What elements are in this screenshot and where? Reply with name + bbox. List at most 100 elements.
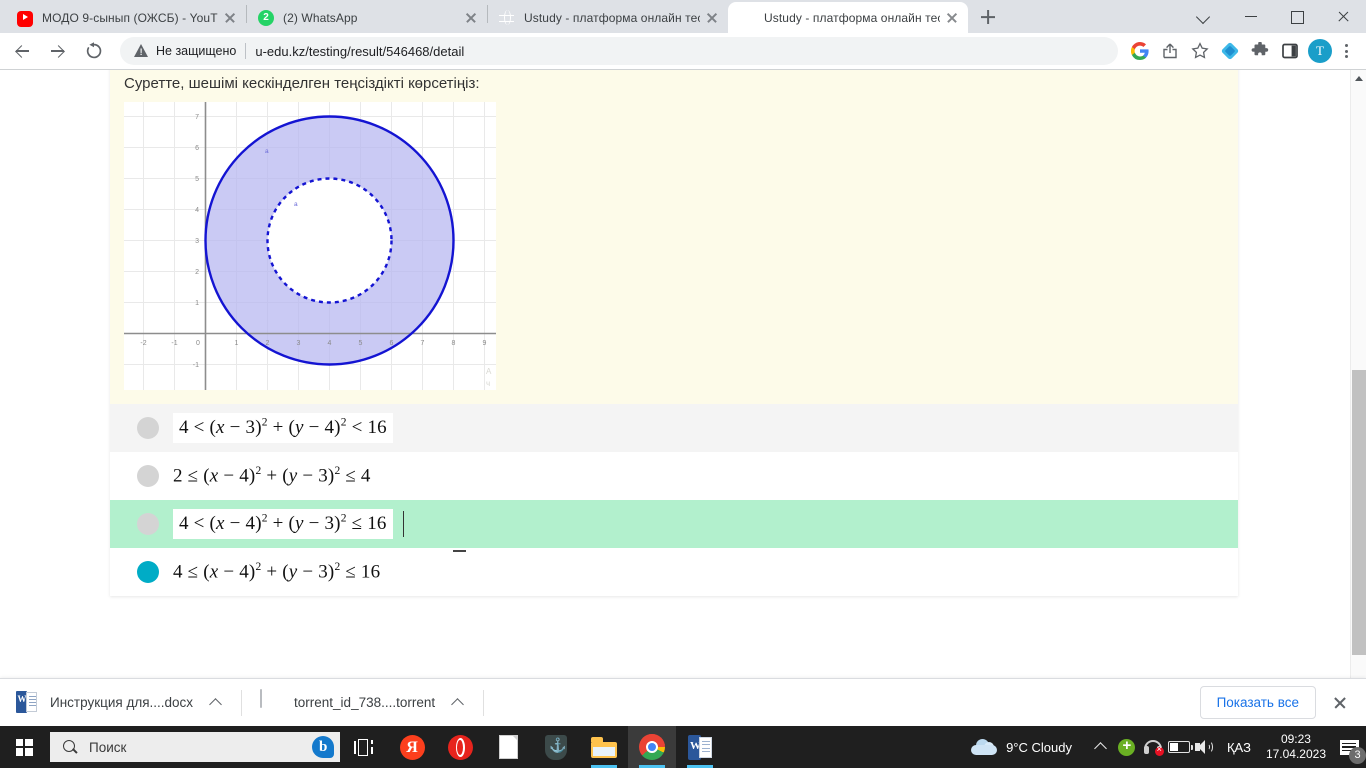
svg-text:4: 4 xyxy=(328,340,332,347)
svg-text:2: 2 xyxy=(266,340,270,347)
windows-taskbar: Поиск Я W 9°C Cloudy ҚАЗ xyxy=(0,726,1366,768)
scrollbar-thumb[interactable] xyxy=(1352,370,1366,655)
page-viewport: Суретте, шешімі кескінделген теңсіздікті… xyxy=(0,69,1366,726)
download-item-docx[interactable]: W Инструкция для....docx xyxy=(12,686,227,720)
file-icon xyxy=(260,688,282,716)
yandex-browser-icon[interactable]: Я xyxy=(388,726,436,768)
sidepanel-icon[interactable] xyxy=(1276,37,1304,65)
battery-icon[interactable] xyxy=(1166,726,1193,768)
svg-text:3: 3 xyxy=(195,238,199,245)
scroll-up-arrow-icon[interactable] xyxy=(1351,70,1366,87)
answer-option-3-correct[interactable]: 4 < (x − 4)2 + (y − 3)2 ≤ 16 xyxy=(110,500,1238,548)
youtube-icon xyxy=(17,10,33,27)
browser-tab-youtube[interactable]: МОДО 9-сынып (ОЖСБ) - YouTu xyxy=(6,2,246,33)
chrome-menu-button[interactable] xyxy=(1334,37,1358,65)
language-indicator[interactable]: ҚАЗ xyxy=(1218,740,1260,755)
browser-tab-whatsapp[interactable]: 2 (2) WhatsApp xyxy=(247,2,487,33)
chevron-up-icon[interactable] xyxy=(451,696,465,710)
chevron-down-icon[interactable] xyxy=(1182,0,1228,32)
downloads-separator xyxy=(241,689,243,716)
chrome-icon[interactable] xyxy=(628,726,676,768)
radio-button[interactable] xyxy=(137,465,159,487)
forward-button[interactable] xyxy=(43,36,73,66)
browser-tab-ustudy-1[interactable]: Ustudy - платформа онлайн тес xyxy=(488,2,728,33)
document-icon[interactable] xyxy=(484,726,532,768)
radio-button-selected[interactable] xyxy=(137,561,159,583)
file-explorer-icon[interactable] xyxy=(580,726,628,768)
globe-icon xyxy=(739,10,755,26)
windows-logo-icon xyxy=(15,738,33,756)
bing-icon[interactable] xyxy=(312,736,334,758)
diamond-extension-icon[interactable] xyxy=(1216,37,1244,65)
close-icon[interactable] xyxy=(222,10,238,26)
svg-text:0: 0 xyxy=(196,340,200,347)
question-block: Суретте, шешімі кескінделген теңсіздікті… xyxy=(110,70,1238,404)
system-tray: 9°C Cloudy ҚАЗ 09:23 17.04.2023 3 xyxy=(971,726,1366,768)
svg-text:A: A xyxy=(486,367,492,376)
security-status-label: Не защищено xyxy=(156,44,237,58)
word-icon[interactable]: W xyxy=(676,726,724,768)
profile-avatar[interactable]: T xyxy=(1306,37,1334,65)
address-bar[interactable]: Не защищено u-edu.kz/testing/result/5464… xyxy=(120,37,1118,65)
maximize-button[interactable] xyxy=(1274,0,1320,32)
clock-time: 09:23 xyxy=(1280,732,1311,746)
chevron-up-icon[interactable] xyxy=(209,696,223,710)
show-all-downloads-button[interactable]: Показать все xyxy=(1199,686,1316,719)
text-cursor xyxy=(402,511,405,537)
geogebra-graph: -2 -1 0 1 2 3 4 5 6 7 8 9 7 6 5 4 3 2 1 … xyxy=(124,102,496,390)
weather-widget[interactable]: 9°C Cloudy xyxy=(971,739,1072,755)
headset-muted-icon[interactable] xyxy=(1140,726,1166,768)
window-close-button[interactable] xyxy=(1320,0,1366,32)
clock-date: 17.04.2023 xyxy=(1265,747,1326,761)
world-of-warships-icon[interactable] xyxy=(532,726,580,768)
taskbar-search-box[interactable]: Поиск xyxy=(50,732,340,762)
svg-text:ч: ч xyxy=(486,379,490,388)
svg-text:a: a xyxy=(294,201,298,208)
google-icon[interactable] xyxy=(1126,37,1154,65)
svg-text:1: 1 xyxy=(235,340,239,347)
answer-option-4-selected[interactable]: 4 ≤ (x − 4)2 + (y − 3)2 ≤ 16 xyxy=(110,548,1238,596)
option-formula: 4 < (x − 3)2 + (y − 4)2 < 16 xyxy=(179,416,387,438)
task-view-icon[interactable] xyxy=(340,726,388,768)
start-button[interactable] xyxy=(0,726,48,768)
browser-tab-ustudy-2-active[interactable]: Ustudy - платформа онлайн тес xyxy=(728,2,968,33)
radio-button[interactable] xyxy=(137,513,159,535)
puzzle-extension-icon[interactable] xyxy=(1246,37,1274,65)
page-scrollbar[interactable] xyxy=(1350,70,1366,726)
svg-text:7: 7 xyxy=(195,114,199,121)
svg-text:5: 5 xyxy=(359,340,363,347)
close-downloads-bar-icon[interactable] xyxy=(1326,689,1354,717)
minimize-button[interactable] xyxy=(1228,0,1274,32)
volume-icon[interactable] xyxy=(1192,726,1218,768)
show-hidden-icons-chevron-icon[interactable] xyxy=(1088,726,1114,768)
answer-option-1[interactable]: 4 < (x − 3)2 + (y − 4)2 < 16 xyxy=(110,404,1238,452)
svg-text:4: 4 xyxy=(195,207,199,214)
security-shield-icon[interactable] xyxy=(1114,726,1140,768)
option-formula-box: 4 < (x − 3)2 + (y − 4)2 < 16 xyxy=(173,413,393,443)
radio-button[interactable] xyxy=(137,417,159,439)
close-icon[interactable] xyxy=(704,10,720,26)
chrome-browser-window: МОДО 9-сынып (ОЖСБ) - YouTu 2 (2) WhatsA… xyxy=(0,0,1366,726)
share-icon[interactable] xyxy=(1156,37,1184,65)
opera-icon[interactable] xyxy=(436,726,484,768)
tab-title: Ustudy - платформа онлайн тес xyxy=(764,10,940,25)
close-icon[interactable] xyxy=(944,10,960,26)
clock[interactable]: 09:23 17.04.2023 xyxy=(1260,732,1332,762)
svg-text:-1: -1 xyxy=(171,340,177,347)
bookmark-star-icon[interactable] xyxy=(1186,37,1214,65)
answer-option-2[interactable]: 2 ≤ (x − 4)2 + (y − 3)2 ≤ 4 xyxy=(110,452,1238,500)
download-item-torrent[interactable]: torrent_id_738....torrent xyxy=(256,686,469,720)
reload-button[interactable] xyxy=(79,36,109,66)
svg-text:5: 5 xyxy=(195,176,199,183)
svg-text:-2: -2 xyxy=(140,340,146,347)
new-tab-button[interactable] xyxy=(974,3,1002,31)
notification-center-button[interactable]: 3 xyxy=(1332,726,1366,768)
svg-text:9: 9 xyxy=(483,340,487,347)
url-text: u-edu.kz/testing/result/546468/detail xyxy=(255,43,465,59)
answer-options-list: 4 < (x − 3)2 + (y − 4)2 < 16 2 ≤ (x − 4)… xyxy=(110,404,1238,596)
tab-title: МОДО 9-сынып (ОЖСБ) - YouTu xyxy=(42,10,218,25)
close-icon[interactable] xyxy=(463,10,479,26)
tab-title: Ustudy - платформа онлайн тес xyxy=(524,10,700,25)
back-button[interactable] xyxy=(7,36,37,66)
tab-title: (2) WhatsApp xyxy=(283,10,358,25)
